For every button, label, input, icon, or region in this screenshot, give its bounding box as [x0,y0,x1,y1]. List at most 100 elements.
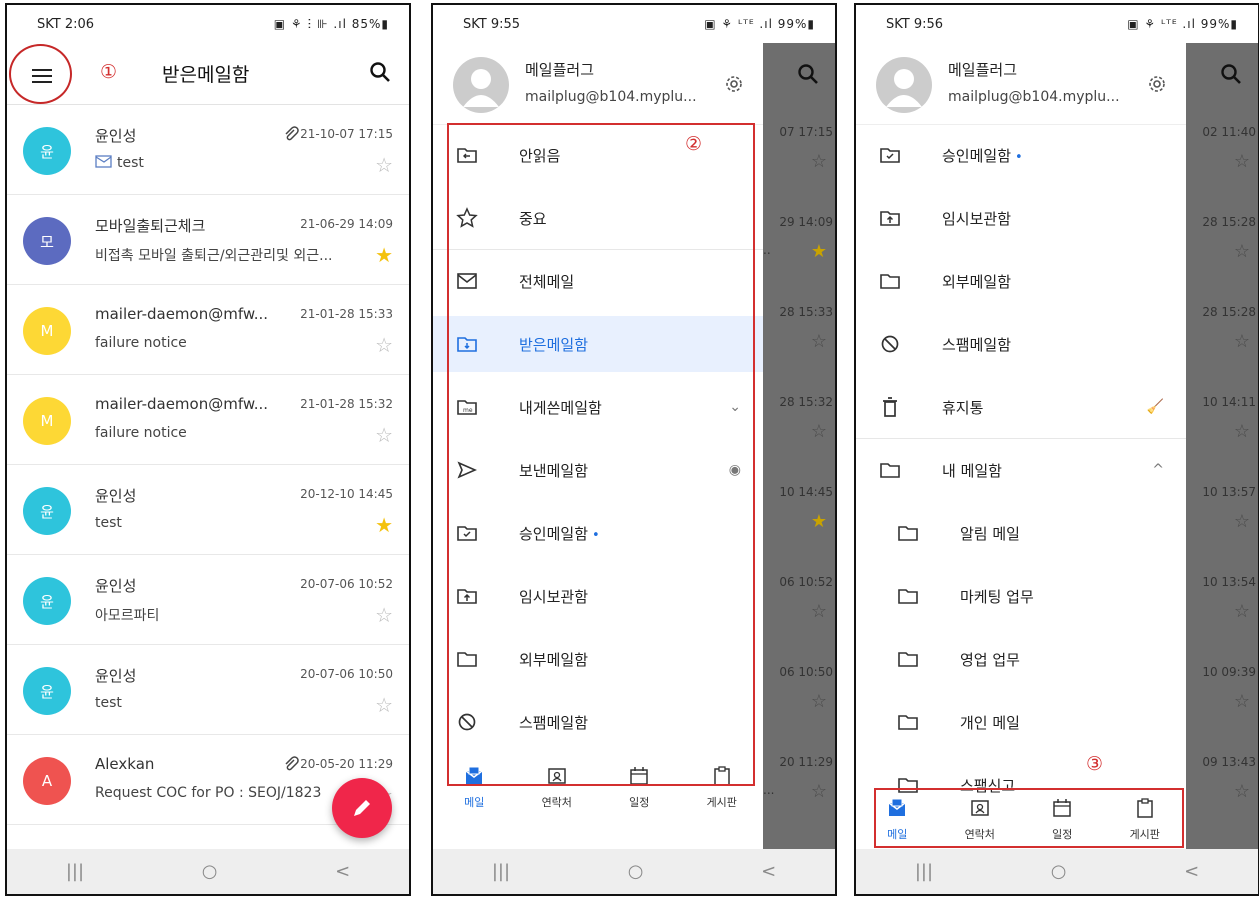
recents-button[interactable]: ||| [915,861,933,882]
search-icon[interactable] [369,61,391,87]
dimmed-row: 07 17:15 ☆ [759,125,835,189]
approval-folder-icon [878,145,902,165]
drawer-subitem[interactable]: 영업 업무 [856,631,1186,687]
status-bar: SKT 9:55 ▣ ⚘ ᴸᵀᴱ .ıl 99%▮ [433,5,835,43]
sender-name: Alexkan [95,755,155,773]
drawer-item[interactable]: 임시보관함 [856,190,1186,246]
star-outline-icon[interactable]: ☆ [375,423,393,447]
recents-button[interactable]: ||| [66,861,84,882]
drawer-item[interactable]: 승인메일함 • [433,505,763,561]
dimmed-date: 06 10:52 [779,575,833,589]
drawer-item[interactable]: 휴지통 🧹 [856,379,1186,435]
star-outline-icon[interactable]: ☆ [375,693,393,717]
drawer-subitem[interactable]: 알림 메일 [856,505,1186,561]
recents-button[interactable]: ||| [492,861,510,882]
nav-label: 게시판 [706,796,737,809]
star-outline-icon[interactable]: ☆ [375,603,393,627]
calendar-icon [628,765,650,790]
drawer-item[interactable]: me 내게쓴메일함 ⌄ [433,379,763,435]
drawer-item-text: 외부메일함 [942,272,1012,291]
drawer-item[interactable]: 외부메일함 [433,631,763,687]
dimmed-inbox[interactable]: 07 17:15 ☆ 29 14:09.. ★ 28 15:33 ☆ 28 15:32 ☆ 10… [759,43,835,849]
drawer-item[interactable]: 안읽음 [433,127,763,183]
subject-text: 비접촉 모바일 출퇴근/외근관리및 외근... [95,248,333,264]
folder-icon [896,586,920,606]
email-row[interactable]: Mmailer-daemon@mfw... 21-01-28 15:32 failu… [7,375,409,465]
drawer-item[interactable]: 보낸메일함 ◉ [433,442,763,498]
drawer-item[interactable]: 스팸메일함 [856,316,1186,372]
contacts-icon [969,797,991,822]
email-date: 20-07-06 10:50 [300,667,393,681]
drawer-item[interactable]: 외부메일함 [856,253,1186,309]
star-filled-icon[interactable]: ★ [375,243,393,267]
dimmed-row: 06 10:50 ☆ [759,665,835,729]
email-row[interactable]: 윤 윤인성 21-10-07 17:15 test ☆ [7,105,409,195]
drawer-subitem[interactable]: 마케팅 업무 [856,568,1186,624]
back-button[interactable]: < [1184,861,1199,882]
star-outline-icon[interactable]: ☆ [375,153,393,177]
sender-name: mailer-daemon@mfw... [95,305,269,323]
nav-mail[interactable]: 메일 [444,765,504,810]
dimmed-date: 29 14:09 [779,215,833,229]
email-row[interactable]: 모 모바일출퇴근체크 21-06-29 14:09 비접촉 모바일 출퇴근/외근관리및… [7,195,409,285]
chevron-icon[interactable]: ⌄ [729,399,741,415]
eye-icon[interactable]: ◉ [729,462,741,478]
email-list: 윤 윤인성 21-10-07 17:15 test ☆ 모 모바일출퇴근체크 21-06-29… [7,105,409,825]
nav-calendar[interactable]: 일정 [1032,797,1092,842]
drawer-item[interactable]: 전체메일 [433,253,763,309]
drawer-item-label: 외부메일함 [942,271,1011,292]
subject-text: failure notice [95,335,187,351]
folder-icon [896,649,920,669]
star-filled-icon[interactable]: ★ [375,513,393,537]
back-button[interactable]: < [761,861,776,882]
drawer-item[interactable]: 중요 [433,190,763,246]
nav-contacts[interactable]: 연락처 [527,765,587,810]
drawer-item-label: 내 메일함 [942,460,1002,481]
drawer-item[interactable]: 승인메일함 • [856,127,1186,183]
drawer-item[interactable]: 내 메일함 ^ [856,442,1186,498]
back-button[interactable]: < [335,861,350,882]
star-outline-icon: ☆ [810,331,827,352]
home-button[interactable]: ○ [202,861,218,882]
home-button[interactable]: ○ [1051,861,1067,882]
drawer-subitem[interactable]: 개인 메일 [856,694,1186,750]
drawer-item-text: 임시보관함 [519,587,589,606]
nav-calendar[interactable]: 일정 [609,765,669,810]
drawer-item[interactable]: 받은메일함 [433,316,763,372]
approval-folder-icon [455,523,479,543]
subject-text: test [95,695,122,711]
step-marker-2: ② [685,133,703,155]
gear-icon[interactable] [723,73,745,99]
email-row[interactable]: 윤 윤인성 20-12-10 14:45 test ★ [7,465,409,555]
gear-icon[interactable] [1146,73,1168,99]
email-row[interactable]: 윤 윤인성 20-07-06 10:52 아모르파티 ☆ [7,555,409,645]
status-bar: SKT 2:06 ▣ ⚘ ⵗ ⊪ .ıl 85%▮ [7,5,409,43]
star-outline-icon[interactable]: ☆ [375,333,393,357]
star-outline-icon: ☆ [810,601,827,622]
home-button[interactable]: ○ [628,861,644,882]
chevron-icon[interactable]: ^ [1152,462,1164,478]
email-row[interactable]: Mmailer-daemon@mfw... 21-01-28 15:33 failu… [7,285,409,375]
drafts-icon [455,586,479,606]
compose-button[interactable] [332,778,392,838]
nav-board[interactable]: 게시판 [692,765,752,810]
drawer-item-label: 전체메일 [519,271,574,292]
nav-board[interactable]: 게시판 [1115,797,1175,842]
nav-mail[interactable]: 메일 [867,797,927,842]
drawer-item[interactable]: 임시보관함 [433,568,763,624]
email-row[interactable]: 윤 윤인성 20-07-06 10:50 test ☆ [7,645,409,735]
nav-contacts[interactable]: 연락처 [950,797,1010,842]
user-name: 메일플러그 [525,61,595,79]
email-subject: 비접촉 모바일 출퇴근/외근관리및 외근... [95,245,333,265]
drawer-item-label: 보낸메일함 [519,460,588,481]
drawer-item-label: 받은메일함 [519,334,588,355]
star-outline-icon: ☆ [1233,241,1250,262]
drawer-item[interactable]: 스팸메일함 [433,694,763,750]
status-time: SKT 2:06 [37,16,95,32]
dimmed-date: 10 14:45 [779,485,833,499]
dimmed-inbox[interactable]: 02 11:40 ☆ 28 15:28 ☆ 28 15:28 ☆ 10 14:11 ☆ 10 1… [1182,43,1258,849]
drafts-icon [878,208,902,228]
svg-text:me: me [463,407,473,414]
broom-icon[interactable]: 🧹 [1147,399,1164,415]
sender-name: 윤인성 [95,487,137,505]
